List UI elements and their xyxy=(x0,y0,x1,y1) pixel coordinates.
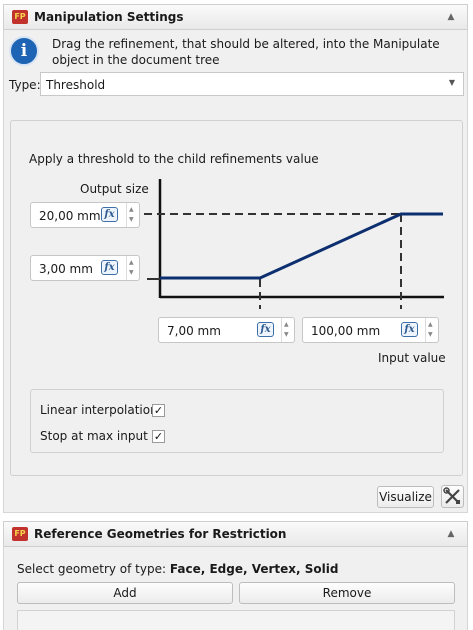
spin-down-icon[interactable]: ▼ xyxy=(129,217,134,223)
wrench-screwdriver-icon xyxy=(443,487,460,504)
input-value-label: Input value xyxy=(378,351,446,365)
input-max-value: 100,00 mm xyxy=(311,324,381,338)
panel-title: Manipulation Settings xyxy=(34,10,184,24)
threshold-group: Apply a threshold to the child refinemen… xyxy=(10,120,463,476)
app-logo-icon: FP xyxy=(12,10,28,24)
options-group: Linear interpolation ✓ Stop at max input… xyxy=(30,389,444,453)
spin-arrows[interactable]: ▲ ▼ xyxy=(126,256,140,280)
chevron-up-icon[interactable]: ▲ xyxy=(445,11,457,23)
spin-up-icon[interactable]: ▲ xyxy=(129,260,134,266)
geometry-list[interactable] xyxy=(17,610,455,630)
info-text: Drag the refinement, that should be alte… xyxy=(52,37,440,67)
panel-title: Reference Geometries for Restriction xyxy=(34,527,287,541)
spin-arrows[interactable]: ▲ ▼ xyxy=(425,318,439,342)
spin-up-icon[interactable]: ▲ xyxy=(284,322,289,328)
spin-up-icon[interactable]: ▲ xyxy=(129,207,134,213)
type-value: Threshold xyxy=(46,78,106,92)
fx-icon[interactable]: fx xyxy=(101,207,118,222)
remove-button[interactable]: Remove xyxy=(239,582,455,604)
output-min-value: 3,00 mm xyxy=(39,262,93,276)
spin-down-icon[interactable]: ▼ xyxy=(284,332,289,338)
fx-icon[interactable]: fx xyxy=(401,322,418,337)
app-logo-icon: FP xyxy=(12,527,28,541)
output-max-spinbox[interactable]: 20,00 mm fx ▲ ▼ xyxy=(30,202,140,228)
stop-at-max-input-checkbox[interactable]: ✓ xyxy=(152,430,165,443)
output-max-value: 20,00 mm xyxy=(39,209,101,223)
stop-at-max-input-label: Stop at max input xyxy=(40,429,148,443)
type-label: Type: xyxy=(9,78,41,92)
select-geometry-prefix: Select geometry of type: xyxy=(17,562,167,576)
fx-icon[interactable]: fx xyxy=(101,260,118,275)
select-geometry-text: Select geometry of type: Face, Edge, Ver… xyxy=(17,562,338,576)
input-min-spinbox[interactable]: 7,00 mm fx ▲ ▼ xyxy=(158,317,295,343)
input-max-spinbox[interactable]: 100,00 mm fx ▲ ▼ xyxy=(302,317,439,343)
spin-up-icon[interactable]: ▲ xyxy=(428,322,433,328)
type-combobox[interactable]: Threshold ▼ xyxy=(40,72,464,96)
visualize-button[interactable]: Visualize xyxy=(377,486,434,508)
spin-down-icon[interactable]: ▼ xyxy=(129,270,134,276)
select-geometry-types: Face, Edge, Vertex, Solid xyxy=(169,562,339,576)
fx-icon[interactable]: fx xyxy=(257,322,274,337)
reference-geometries-header[interactable]: FP Reference Geometries for Restriction … xyxy=(3,521,468,547)
info-icon: i xyxy=(9,36,39,66)
chevron-up-icon[interactable]: ▲ xyxy=(445,528,457,540)
linear-interpolation-checkbox[interactable]: ✓ xyxy=(152,404,165,417)
spin-arrows[interactable]: ▲ ▼ xyxy=(281,318,295,342)
linear-interpolation-label: Linear interpolation xyxy=(40,403,158,417)
spin-down-icon[interactable]: ▼ xyxy=(428,332,433,338)
tools-button[interactable] xyxy=(441,485,464,508)
spin-arrows[interactable]: ▲ ▼ xyxy=(126,203,140,227)
output-min-spinbox[interactable]: 3,00 mm fx ▲ ▼ xyxy=(30,255,140,281)
input-min-value: 7,00 mm xyxy=(167,324,221,338)
add-button[interactable]: Add xyxy=(17,582,233,604)
chevron-down-icon: ▼ xyxy=(448,78,455,87)
manipulation-settings-header[interactable]: FP Manipulation Settings ▲ xyxy=(3,4,468,30)
